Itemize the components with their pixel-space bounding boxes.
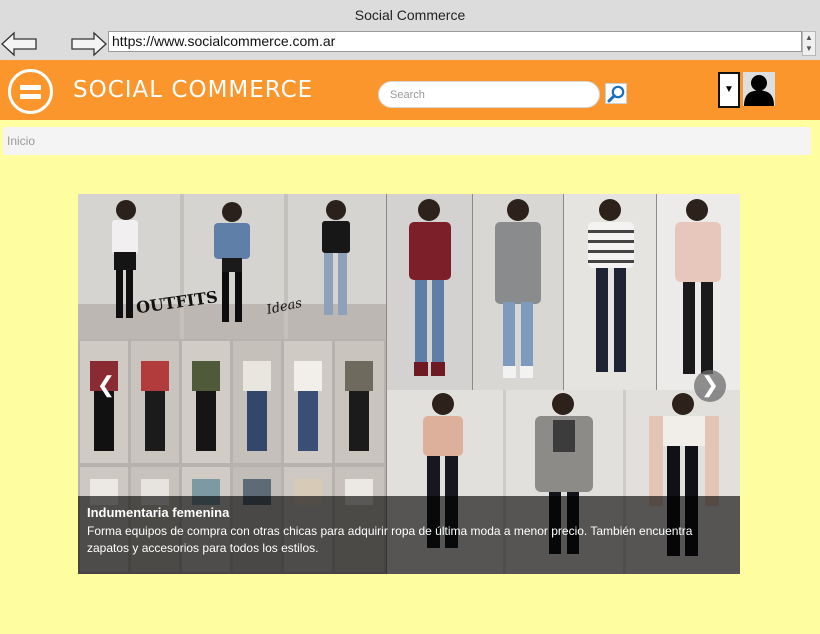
menu-button[interactable] [8, 69, 53, 114]
carousel-next-button[interactable]: ❯ [694, 370, 726, 402]
maroon-sweater-photo [387, 194, 472, 390]
carousel-caption: Indumentaria femenina Forma equipos de c… [78, 496, 740, 574]
app-header: SOCIAL COMMERCE ▼ [0, 60, 820, 120]
user-menu-dropdown[interactable]: ▼ [718, 72, 740, 108]
search-icon [607, 85, 625, 103]
search-button[interactable] [605, 83, 627, 104]
pink-sweater-photo [657, 194, 740, 390]
grey-top-photo [473, 194, 563, 390]
maroon-sweater-image [387, 194, 472, 390]
brand-title: SOCIAL COMMERCE [73, 77, 314, 103]
striped-top-image [564, 194, 656, 390]
window-title: Social Commerce [354, 7, 466, 23]
carousel-prev-button[interactable]: ❮ [90, 370, 122, 402]
outfits-ideas-image: OUTFITS Ideas [78, 194, 386, 339]
search-input[interactable] [378, 81, 600, 108]
user-silhouette-icon [744, 75, 774, 106]
caption-title: Indumentaria femenina [87, 505, 230, 520]
breadcrumb: Inicio [3, 127, 811, 155]
outfits-ideas-photo: OUTFITS Ideas [78, 194, 386, 339]
breadcrumb-item-inicio[interactable]: Inicio [7, 134, 35, 148]
browser-address-bar: https://www.socialcommerce.com.ar ▲ ▼ [0, 30, 820, 60]
grey-top-image [473, 194, 563, 390]
pink-sweater-image [657, 194, 740, 390]
user-avatar[interactable] [743, 72, 775, 106]
striped-top-photo [564, 194, 656, 390]
url-scroll-control[interactable]: ▲ ▼ [802, 31, 816, 56]
menu-bar-bottom [20, 94, 41, 99]
caption-text: Forma equipos de compra con otras chicas… [87, 524, 693, 555]
forward-arrow-icon[interactable] [70, 31, 108, 57]
url-field[interactable]: https://www.socialcommerce.com.ar [108, 31, 802, 52]
window-titlebar: Social Commerce [0, 0, 820, 30]
menu-bar-top [20, 85, 41, 90]
image-carousel: OUTFITS Ideas ❮ ❯ Indumentaria femenina … [78, 194, 740, 574]
back-arrow-icon[interactable] [0, 31, 38, 57]
